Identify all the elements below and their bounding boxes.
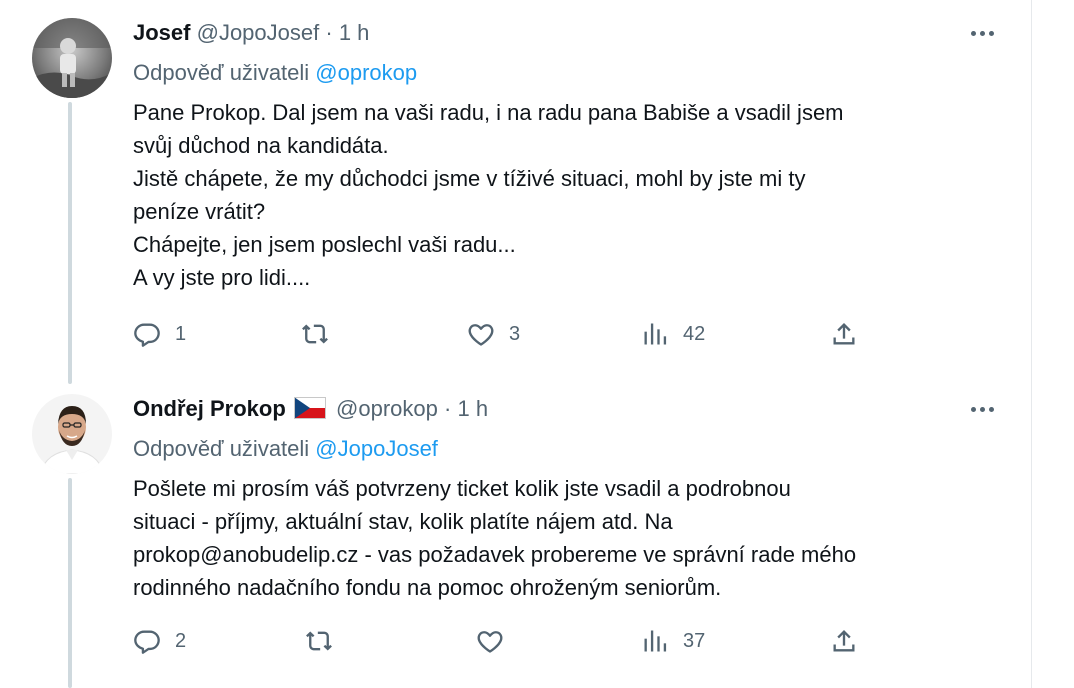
share-button[interactable]	[830, 316, 858, 352]
tweet[interactable]: Ondřej Prokop @oprokop · 1 h Odpověď uži…	[0, 394, 1030, 684]
reply-icon	[134, 323, 160, 347]
like-icon	[477, 631, 503, 653]
author-name[interactable]: Ondřej Prokop	[133, 396, 286, 421]
reply-prefix: Odpověď uživateli	[133, 436, 310, 461]
reply-count: 1	[175, 322, 187, 345]
more-icon[interactable]	[964, 18, 1000, 48]
repost-button[interactable]	[301, 316, 343, 352]
tweet-header: Ondřej Prokop @oprokop · 1 h	[133, 394, 1000, 424]
tweet[interactable]: Josef @JopoJosef · 1 h Odpověď uživateli…	[0, 18, 1030, 358]
reply-handle-link[interactable]: @oprokop	[315, 60, 417, 85]
like-count: 3	[509, 322, 521, 345]
reply-button[interactable]: 2	[133, 623, 186, 659]
like-button[interactable]	[476, 623, 518, 659]
reply-context: Odpověď uživateli @JopoJosef	[133, 434, 1000, 464]
reply-context: Odpověď uživateli @oprokop	[133, 58, 1000, 88]
action-bar: 1 3 42	[133, 316, 893, 352]
timestamp[interactable]: 1 h	[457, 396, 488, 421]
more-icon[interactable]	[964, 394, 1000, 424]
timestamp[interactable]: 1 h	[339, 20, 370, 45]
share-icon	[833, 630, 855, 652]
separator-dot: ·	[325, 20, 333, 45]
reply-button[interactable]: 1	[133, 316, 186, 352]
views-count: 42	[683, 322, 706, 345]
tweet-text: Pane Prokop. Dal jsem na vaši radu, i na…	[133, 100, 844, 290]
views-button[interactable]: 42	[641, 316, 705, 352]
avatar[interactable]	[32, 394, 112, 474]
reply-count: 2	[175, 629, 187, 652]
reply-handle-link[interactable]: @JopoJosef	[315, 436, 438, 461]
like-button[interactable]: 3	[467, 316, 520, 352]
tweet-text: Pošlete mi prosím váš potvrzeny ticket k…	[133, 476, 857, 600]
tweet-header: Josef @JopoJosef · 1 h	[133, 18, 1000, 48]
views-button[interactable]: 37	[641, 623, 705, 659]
author-name[interactable]: Josef	[133, 20, 190, 45]
column-border	[1031, 0, 1032, 688]
views-icon	[644, 323, 667, 345]
views-count: 37	[683, 629, 706, 652]
czech-flag-icon	[293, 397, 326, 427]
reply-prefix: Odpověď uživateli	[133, 60, 310, 85]
share-icon	[833, 323, 855, 345]
views-icon	[644, 630, 667, 652]
avatar[interactable]	[32, 18, 112, 98]
repost-button[interactable]	[305, 623, 347, 659]
action-bar: 2 37	[133, 623, 893, 659]
separator-dot: ·	[444, 396, 452, 421]
author-handle[interactable]: @JopoJosef	[197, 20, 320, 45]
share-button[interactable]	[830, 623, 858, 659]
like-icon	[468, 324, 494, 346]
reply-icon	[134, 630, 160, 654]
repost-icon	[306, 631, 332, 651]
repost-icon	[302, 324, 328, 344]
author-handle[interactable]: @oprokop	[336, 396, 438, 421]
